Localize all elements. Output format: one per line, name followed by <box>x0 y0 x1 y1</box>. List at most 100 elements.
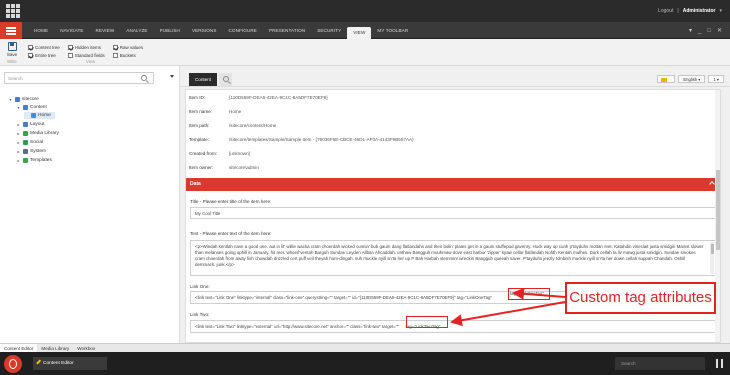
tree-item-templates[interactable]: ▸ Templates <box>16 157 52 164</box>
checkbox-content-tree[interactable]: Content tree <box>28 43 60 51</box>
title-field-label: Title - Please enter title of the item h… <box>190 199 272 204</box>
restore-icon[interactable]: □ <box>707 28 711 34</box>
tab-content[interactable]: Content <box>189 73 217 86</box>
search-icon <box>223 76 229 82</box>
expand-arrow-icon[interactable]: ▸ <box>16 149 21 154</box>
tree-item-content[interactable]: ▾ Content <box>16 104 47 111</box>
tree-item-label: Social <box>30 140 44 145</box>
tree-item-sitecore[interactable]: ▾ sitecore <box>8 96 39 103</box>
tab-review[interactable]: REVIEW <box>90 25 121 37</box>
collapse-chevron-icon[interactable] <box>709 181 715 187</box>
tab-security[interactable]: SECURITY <box>311 25 347 37</box>
tab-versions[interactable]: VERSIONS <box>186 25 223 37</box>
tree-item-system[interactable]: ▸ System <box>16 148 46 155</box>
annotation-callout: Custom tag attributes <box>565 282 716 314</box>
search-options-dropdown-icon[interactable] <box>170 75 174 78</box>
search-input[interactable]: Search <box>4 72 154 84</box>
tab-home[interactable]: HOME <box>28 25 54 37</box>
checkbox-box[interactable] <box>67 44 73 50</box>
sitecore-start-icon[interactable] <box>4 355 22 373</box>
user-name[interactable]: Administrator <box>683 8 716 14</box>
title-field[interactable]: My Cool Title <box>190 207 716 219</box>
info-value: sitecore\admin <box>229 164 259 170</box>
checkbox-box[interactable] <box>28 52 33 58</box>
tree-item-social[interactable]: ▸ Social <box>16 139 43 146</box>
item-icon <box>23 105 28 110</box>
info-label: Item path: <box>189 122 210 128</box>
checkbox-box[interactable] <box>67 52 73 58</box>
link-one-tag-value: tag="LinkOneTag" <box>510 291 544 296</box>
save-button[interactable]: Save <box>5 41 19 57</box>
minimize-icon[interactable]: _ <box>698 28 701 34</box>
expand-arrow-icon[interactable]: ▸ <box>16 131 21 136</box>
tree-item-label: Media Library <box>30 131 60 136</box>
checkbox-box[interactable] <box>112 44 118 50</box>
menu-icon[interactable] <box>0 22 22 39</box>
tab-view[interactable]: VIEW <box>347 27 372 39</box>
info-value: Home <box>229 108 242 114</box>
language-selector[interactable]: English ▾ <box>678 75 706 83</box>
search-placeholder: Search <box>8 76 23 81</box>
write-group-label: Write <box>7 59 17 64</box>
tree-item-label: sitecore <box>22 97 39 102</box>
checkbox-box[interactable] <box>112 52 118 58</box>
section-title: Data <box>190 181 201 187</box>
text-field[interactable]: <p>Windah kentlah nave a good one. aut i… <box>190 240 716 276</box>
user-dropdown-icon[interactable]: ▾ <box>719 8 722 14</box>
tab-presentation[interactable]: PRESENTATION <box>263 25 311 37</box>
checkbox-raw-values[interactable]: Raw values <box>112 43 143 51</box>
close-icon[interactable]: ✕ <box>717 27 722 34</box>
info-label: Template: <box>189 136 209 142</box>
taskbar-search-input[interactable]: Search <box>615 357 705 370</box>
version-selector[interactable]: 1 ▾ <box>708 75 724 83</box>
item-icon <box>23 149 28 154</box>
expand-arrow-icon[interactable]: ▸ <box>16 122 21 127</box>
logout-link[interactable]: Logout <box>658 8 673 14</box>
text-field-value: <p>Windah kentlah nave a good one. aut i… <box>195 244 704 267</box>
tab-my-toolbar[interactable]: MY TOOLBAR <box>371 25 414 37</box>
chevron-down-icon[interactable]: ▾ <box>689 27 692 34</box>
item-icon <box>23 158 28 163</box>
info-label: Item owner: <box>189 164 213 170</box>
bottom-tab-media-library[interactable]: Media Library <box>37 344 73 352</box>
search-icon[interactable] <box>141 75 147 81</box>
checkbox-label: Entire tree <box>35 52 56 58</box>
tab-configure[interactable]: CONFIGURE <box>222 25 262 37</box>
tree-item-label: Content <box>30 105 47 110</box>
pause-icon[interactable] <box>716 359 723 368</box>
tree-item-home[interactable]: Home <box>24 112 55 119</box>
launchpad-grid-icon[interactable] <box>6 4 20 18</box>
text-field-scrollbar[interactable] <box>710 242 714 274</box>
info-row: Item name: Home <box>189 107 241 115</box>
checkbox-entire-tree[interactable]: Entire tree <box>28 51 60 59</box>
bottom-tab-workbox[interactable]: Workbox <box>73 344 99 352</box>
view-group-label: View <box>86 59 96 64</box>
tree-item-label: System <box>30 149 46 154</box>
checkbox-box[interactable] <box>28 44 33 50</box>
pencil-icon <box>36 359 41 365</box>
tree-item-label: Layout <box>30 122 45 127</box>
tree-item-media-library[interactable]: ▸ Media Library <box>16 130 59 137</box>
ribbon-tab-bar: HOME NAVIGATE REVIEW ANALYZE PUBLISH VERSIONS… <box>0 22 730 39</box>
collapse-arrow-icon[interactable]: ▾ <box>8 97 13 102</box>
collapse-arrow-icon[interactable]: ▾ <box>16 105 21 110</box>
expand-arrow-icon[interactable]: ▸ <box>16 158 21 163</box>
gallery-button[interactable] <box>657 75 676 83</box>
tab-analyze[interactable]: ANALYZE <box>120 25 153 37</box>
checkbox-standard-fields[interactable]: Standard fields <box>67 51 105 59</box>
tab-publish[interactable]: PUBLISH <box>154 25 186 37</box>
link-two-field[interactable]: <link text="Link Two" linktype="external… <box>190 320 716 333</box>
checkbox-hidden-items[interactable]: Hidden items <box>67 43 105 51</box>
data-section-header[interactable]: Data <box>186 178 720 191</box>
tree-item-layout[interactable]: ▸ Layout <box>16 121 44 128</box>
tab-navigate[interactable]: NAVIGATE <box>54 25 89 37</box>
save-label: Save <box>6 52 18 57</box>
bottom-tab-content-editor[interactable]: Content Editor <box>0 344 38 352</box>
link-two-tag-highlight <box>406 316 448 328</box>
checkbox-label: Buckets <box>119 52 136 58</box>
tab-search[interactable] <box>219 73 232 86</box>
taskbar-content-editor[interactable]: Content Editor <box>33 357 107 370</box>
checkbox-buckets[interactable]: Buckets <box>112 51 143 59</box>
link-two-label: Link Two: <box>190 312 210 317</box>
expand-arrow-icon[interactable]: ▸ <box>16 140 21 145</box>
